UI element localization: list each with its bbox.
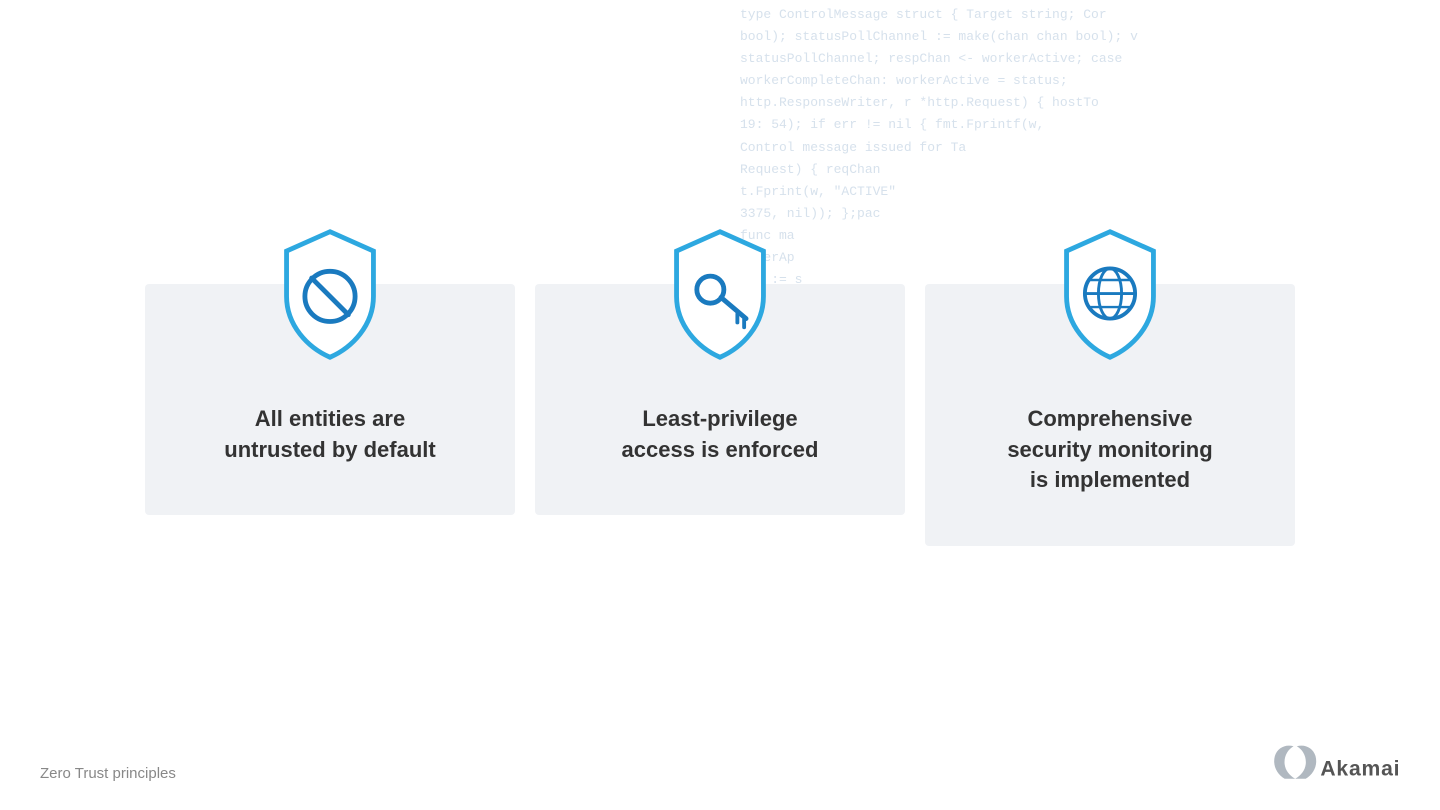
card-least-privilege: Least-privilegeaccess is enforced: [535, 284, 905, 516]
main-content: All entities areuntrusted by default Lea…: [0, 0, 1440, 810]
akamai-logo: Akamai: [1270, 742, 1400, 792]
card-monitoring: Comprehensivesecurity monitoringis imple…: [925, 284, 1295, 546]
card-monitoring-text: Comprehensivesecurity monitoringis imple…: [1007, 404, 1212, 496]
card-least-privilege-text: Least-privilegeaccess is enforced: [622, 404, 819, 466]
cards-container: All entities areuntrusted by default Lea…: [145, 284, 1295, 546]
untrusted-icon-wrapper: [265, 224, 395, 364]
monitoring-icon-wrapper: [1045, 224, 1175, 364]
footer-label: Zero Trust principles: [40, 765, 176, 782]
least-privilege-icon-wrapper: [655, 224, 785, 364]
card-untrusted-text: All entities areuntrusted by default: [224, 404, 435, 466]
svg-text:Akamai: Akamai: [1320, 758, 1400, 781]
card-untrusted: All entities areuntrusted by default: [145, 284, 515, 516]
